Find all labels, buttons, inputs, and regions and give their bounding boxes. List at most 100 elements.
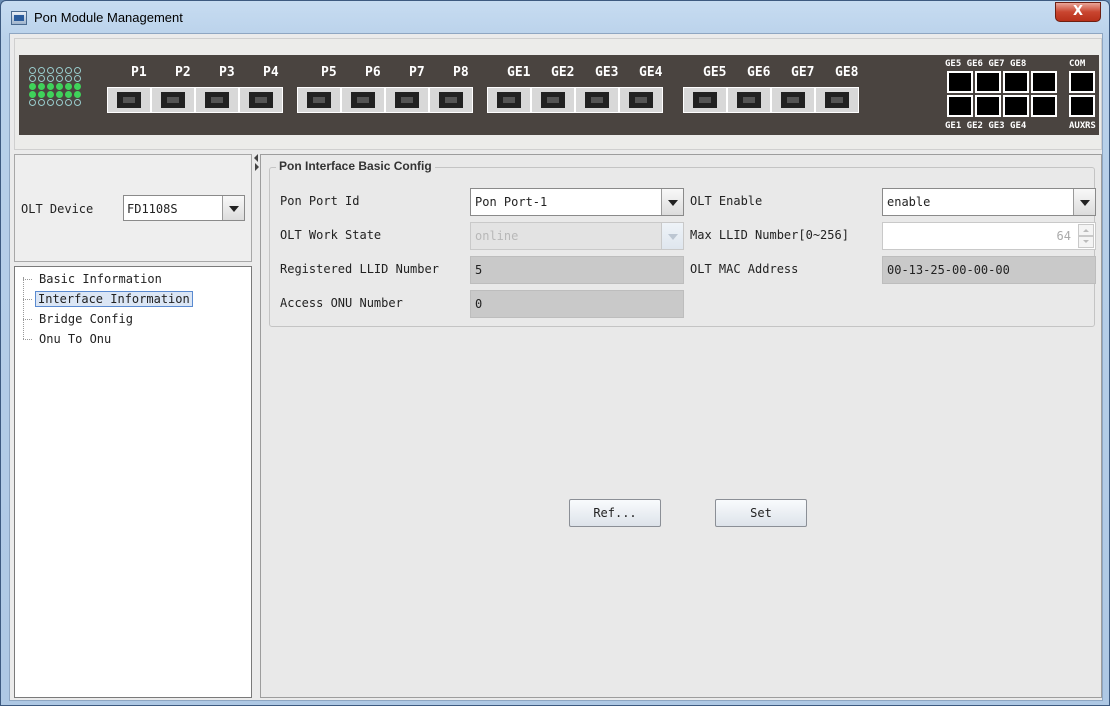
tree-item-basic-information[interactable]: Basic Information [23, 269, 166, 289]
status-led [74, 67, 81, 74]
pon-port-id-select[interactable]: Pon Port-1 [470, 188, 684, 216]
pon-interface-group: Pon Interface Basic Config Pon Port Id P… [269, 159, 1096, 327]
chevron-down-icon[interactable] [222, 196, 244, 220]
max-llid-value: 64 [1056, 229, 1071, 243]
status-led [65, 99, 72, 106]
ge-port-ge4[interactable] [619, 87, 663, 113]
status-led [38, 67, 45, 74]
pon-port-p8[interactable] [429, 87, 473, 113]
chevron-down-icon[interactable] [1073, 189, 1095, 215]
rj45-port[interactable] [1003, 71, 1029, 93]
ge-port-label-ge4: GE4 [639, 65, 663, 80]
pon-port-p2[interactable] [151, 87, 195, 113]
pon-port-label-p5: P5 [321, 65, 337, 80]
status-led [47, 99, 54, 106]
access-onu-label: Access ONU Number [280, 296, 403, 310]
rj45-port[interactable] [1031, 71, 1057, 93]
status-led [29, 83, 36, 90]
ge-port-ge3[interactable] [575, 87, 619, 113]
rs-label: RS [1085, 121, 1096, 131]
olt-device-select[interactable]: FD1108S [123, 195, 245, 221]
status-led [47, 83, 54, 90]
pon-port-label-p7: P7 [409, 65, 425, 80]
chevron-down-icon[interactable] [661, 189, 683, 215]
status-led [38, 83, 45, 90]
ge-port-label-ge5: GE5 [703, 65, 727, 80]
rj45-port[interactable] [975, 95, 1001, 117]
status-leds [29, 67, 82, 106]
pon-port-label-p8: P8 [453, 65, 469, 80]
rj45-port[interactable] [947, 71, 973, 93]
max-llid-spinner[interactable]: 64 [882, 222, 1096, 250]
status-led [65, 67, 72, 74]
status-led [38, 91, 45, 98]
pon-port-p7[interactable] [385, 87, 429, 113]
ge-port-label-ge2: GE2 [551, 65, 575, 80]
rj45-port[interactable] [947, 95, 973, 117]
ge-port-label-ge7: GE7 [791, 65, 815, 80]
spin-up-icon[interactable] [1078, 224, 1094, 236]
status-led [29, 75, 36, 82]
olt-mac-field: 00-13-25-00-00-00 [882, 256, 1096, 284]
olt-device-label: OLT Device [21, 202, 94, 216]
ge-port-ge6[interactable] [727, 87, 771, 113]
chevron-down-icon [661, 223, 683, 249]
spin-down-icon[interactable] [1078, 236, 1094, 248]
pon-port-p6[interactable] [341, 87, 385, 113]
status-led [29, 99, 36, 106]
status-led [56, 83, 63, 90]
tree-item-label: Interface Information [35, 291, 193, 307]
pon-port-label-p6: P6 [365, 65, 381, 80]
pon-port-p5[interactable] [297, 87, 341, 113]
tree-item-interface-information[interactable]: Interface Information [23, 289, 193, 309]
client-area: P1 P2 P3 P4 P5 P6 P7 P8 GE1 GE2 GE3 GE4 GE5 GE6 GE7 GE8… [9, 33, 1103, 701]
close-button[interactable]: X [1055, 2, 1101, 22]
pon-port-p1[interactable] [107, 87, 151, 113]
tree-item-bridge-config[interactable]: Bridge Config [23, 309, 137, 329]
rj45-port[interactable] [1031, 95, 1057, 117]
rj45-bottom-labels: GE1 GE2 GE3 GE4 [945, 121, 1027, 131]
rj45-port[interactable] [975, 71, 1001, 93]
device-panel: P1 P2 P3 P4 P5 P6 P7 P8 GE1 GE2 GE3 GE4 GE5 GE6 GE7 GE8… [14, 38, 1102, 150]
pon-port-label-p3: P3 [219, 65, 235, 80]
olt-mac-value: 00-13-25-00-00-00 [887, 263, 1010, 277]
com-port[interactable] [1069, 71, 1095, 93]
pon-port-label-p4: P4 [263, 65, 279, 80]
olt-work-state-select: online [470, 222, 684, 250]
tree-item-label: Basic Information [39, 272, 162, 286]
ge-port-label-ge6: GE6 [747, 65, 771, 80]
set-button[interactable]: Set [715, 499, 807, 527]
ge-port-ge5[interactable] [683, 87, 727, 113]
tree-item-onu-to-onu[interactable]: Onu To Onu [23, 329, 115, 349]
rj45-top-labels: GE5 GE6 GE7 GE8 [945, 59, 1027, 69]
com-label: COM [1069, 59, 1086, 69]
olt-work-state-value: online [475, 229, 519, 243]
status-led [47, 67, 54, 74]
ge-port-label-ge8: GE8 [835, 65, 859, 80]
status-led [38, 99, 45, 106]
rj45-port[interactable] [1003, 95, 1029, 117]
status-led [74, 75, 81, 82]
status-led [65, 75, 72, 82]
olt-enable-select[interactable]: enable [882, 188, 1096, 216]
status-led [56, 75, 63, 82]
pon-port-p3[interactable] [195, 87, 239, 113]
status-led [47, 91, 54, 98]
pon-port-id-value: Pon Port-1 [475, 195, 548, 209]
ge-port-ge7[interactable] [771, 87, 815, 113]
ge-port-label-ge1: GE1 [507, 65, 531, 80]
refresh-button[interactable]: Ref... [569, 499, 661, 527]
registered-llid-label: Registered LLID Number [280, 262, 439, 276]
aux-port[interactable] [1069, 95, 1095, 117]
status-led [38, 75, 45, 82]
status-led [74, 83, 81, 90]
access-onu-field: 0 [470, 290, 684, 318]
ge-port-ge2[interactable] [531, 87, 575, 113]
pon-port-p4[interactable] [239, 87, 283, 113]
title-bar[interactable]: Pon Module Management X [1, 1, 1109, 35]
ge-port-ge8[interactable] [815, 87, 859, 113]
navigation-tree: Basic Information Interface Information … [14, 266, 252, 698]
status-led [65, 91, 72, 98]
app-icon [11, 11, 27, 25]
ge-port-ge1[interactable] [487, 87, 531, 113]
